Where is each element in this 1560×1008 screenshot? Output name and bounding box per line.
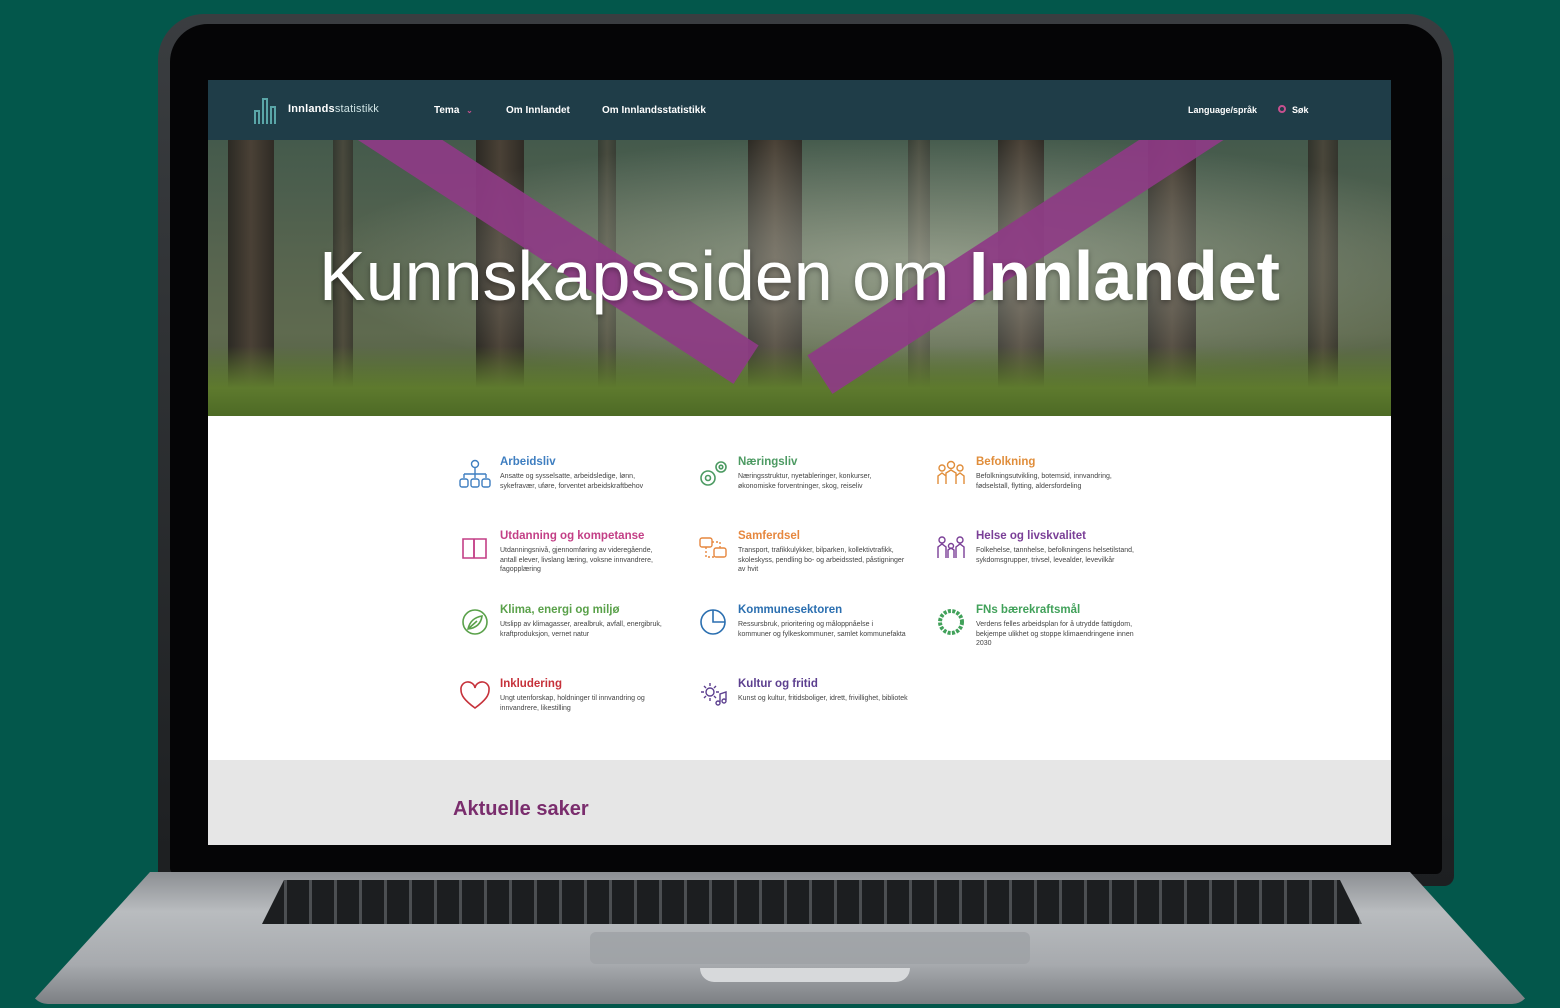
topic-description: Ressursbruk, prioritering og måloppnåels…: [738, 621, 906, 638]
topic-description: Befolkningsutvikling, botemsid, innvandr…: [976, 473, 1112, 490]
search-link[interactable]: Søk: [1292, 105, 1309, 115]
laptop-trackpad: [590, 932, 1030, 964]
culture-icon: [701, 683, 727, 706]
hero-title: Kunnskapssiden om Innlandet: [208, 236, 1391, 316]
hero-title-bold: Innlandet: [968, 237, 1280, 315]
nav-item-tema[interactable]: Tema ⌄: [434, 105, 473, 116]
forest-floor: [208, 346, 1391, 416]
topic-description: Folkehelse, tannhelse, befolkningens hel…: [976, 547, 1134, 564]
topic-card-utdanning[interactable]: Utdanning og kompetanse Utdanningsnivå, …: [458, 530, 678, 594]
search-icon[interactable]: [1278, 105, 1286, 113]
topic-card-befolkning[interactable]: Befolkning Befolkningsutvikling, botemsi…: [934, 456, 1154, 520]
topic-title: Kultur og fritid: [738, 678, 818, 690]
topic-description: Ungt utenforskap, holdninger til innvand…: [500, 695, 645, 712]
topic-title: Befolkning: [976, 456, 1036, 468]
book-icon: [462, 538, 487, 559]
topic-card-klima[interactable]: Klima, energi og miljø Utslipp av klimag…: [458, 604, 678, 668]
topic-description: Utdanningsnivå, gjennomføring av videreg…: [500, 547, 653, 573]
transport-icon: [699, 537, 727, 558]
top-navigation: Innlandsstatistikk Tema ⌄ Om Innlandet O…: [208, 80, 1391, 140]
topic-card-kultur[interactable]: Kultur og fritid Kunst og kultur, fritid…: [696, 678, 916, 742]
nav-item-om-innlandsstatistikk[interactable]: Om Innlandsstatistikk: [602, 105, 706, 116]
laptop-keyboard: [262, 880, 1362, 924]
language-link[interactable]: Language/språk: [1188, 105, 1257, 115]
topic-card-fns-baerekraftsmal[interactable]: FNs bærekraftsmål Verdens felles arbeids…: [934, 604, 1154, 668]
topic-title: Arbeidsliv: [500, 456, 556, 468]
topic-description: Transport, trafikkulykker, bilparken, ko…: [738, 547, 905, 573]
people-icon: [937, 460, 965, 484]
topic-title: Kommunesektoren: [738, 604, 843, 616]
topic-card-samferdsel[interactable]: Samferdsel Transport, trafikkulykker, bi…: [696, 530, 916, 594]
topic-title: Næringsliv: [738, 456, 798, 468]
heart-icon: [460, 681, 490, 709]
topic-card-inkludering[interactable]: Inkludering Ungt utenforskap, holdninger…: [458, 678, 678, 742]
topic-card-helse[interactable]: Helse og livskvalitet Folkehelse, tannhe…: [934, 530, 1154, 594]
current-section: Aktuelle saker: [208, 760, 1391, 845]
bar-chart-logo-icon: [254, 94, 282, 124]
topic-description: Verdens felles arbeidsplan for å utrydde…: [976, 621, 1134, 647]
topic-title: Klima, energi og miljø: [500, 604, 620, 616]
topic-title: Helse og livskvalitet: [976, 530, 1086, 542]
logo-text-bold: Innlands: [288, 103, 335, 115]
section-title: Aktuelle saker: [453, 798, 589, 820]
topic-description: Kunst og kultur, fritidsboliger, idrett,…: [738, 695, 908, 702]
website-screen: Innlandsstatistikk Tema ⌄ Om Innlandet O…: [208, 80, 1391, 845]
hero-banner: Kunnskapssiden om Innlandet: [208, 140, 1391, 416]
topic-card-kommunesektoren[interactable]: Kommunesektoren Ressursbruk, prioriterin…: [696, 604, 916, 668]
topic-card-arbeidsliv[interactable]: Arbeidsliv Ansatte og sysselsatte, arbei…: [458, 456, 678, 520]
topic-title: FNs bærekraftsmål: [976, 604, 1081, 616]
chevron-down-icon: ⌄: [466, 106, 473, 115]
logo-text: Innlandsstatistikk: [288, 103, 379, 115]
topic-title: Utdanning og kompetanse: [500, 530, 645, 542]
hero-title-regular: Kunnskapssiden om: [319, 237, 969, 315]
laptop-notch: [700, 968, 910, 982]
topic-title: Inkludering: [500, 678, 562, 690]
sdg-wheel-icon: [938, 609, 964, 635]
topic-description: Næringsstruktur, nyetableringer, konkurs…: [738, 473, 872, 490]
topic-description: Utslipp av klimagasser, arealbruk, avfal…: [500, 621, 662, 638]
gears-icon: [700, 461, 727, 486]
pie-chart-icon: [700, 609, 726, 635]
logo-text-light: statistikk: [334, 103, 380, 115]
site-logo[interactable]: Innlandsstatistikk: [254, 94, 379, 124]
nav-label: Tema: [434, 105, 460, 116]
topic-title: Samferdsel: [738, 530, 801, 542]
nav-item-om-innlandet[interactable]: Om Innlandet: [506, 105, 570, 116]
family-icon: [937, 536, 965, 558]
topic-card-naeringsliv[interactable]: Næringsliv Næringsstruktur, nyetablering…: [696, 456, 916, 520]
topic-description: Ansatte og sysselsatte, arbeidsledige, l…: [500, 473, 644, 490]
leaf-icon: [462, 609, 488, 635]
org-chart-icon: [459, 459, 491, 488]
